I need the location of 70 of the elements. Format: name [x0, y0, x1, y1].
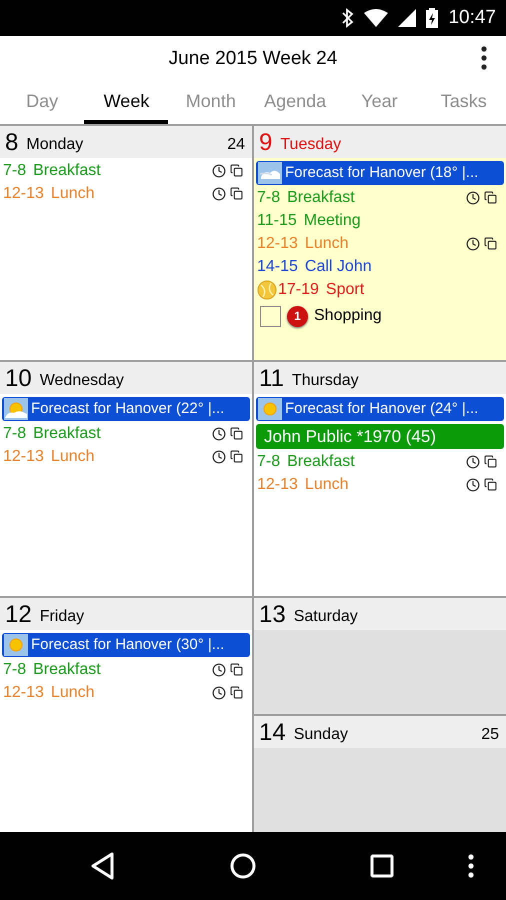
event-title: Breakfast	[33, 424, 101, 444]
event-title: Lunch	[50, 682, 95, 702]
signal-icon	[398, 9, 416, 27]
event-title: Breakfast	[287, 188, 355, 208]
home-icon[interactable]	[230, 853, 256, 879]
day-cell[interactable]: 14 Sunday 25	[254, 716, 506, 832]
day-number: 13	[259, 601, 286, 629]
day-name: Saturday	[294, 607, 358, 627]
forecast-bar[interactable]: Forecast for Hanover (22° |...	[2, 397, 250, 421]
event-title: Lunch	[304, 234, 349, 254]
event-time: 7-8	[257, 188, 280, 208]
event-time: 12-13	[3, 446, 44, 466]
forecast-text: Forecast for Hanover (22° |...	[31, 398, 224, 419]
day-number: 11	[259, 365, 284, 393]
day-name: Friday	[40, 607, 84, 627]
wifi-icon	[364, 9, 388, 27]
week-number: 25	[481, 725, 499, 745]
day-name: Sunday	[294, 725, 348, 745]
task-title: Shopping	[314, 306, 382, 326]
event-time: 12-13	[257, 474, 298, 494]
recents-icon[interactable]	[370, 854, 394, 878]
priority-badge: 1	[287, 306, 308, 326]
back-icon[interactable]	[90, 852, 116, 880]
forecast-bar[interactable]: Forecast for Hanover (24° |...	[256, 397, 504, 421]
day-name: Tuesday	[280, 135, 342, 155]
day-cell[interactable]: 13 Saturday	[254, 598, 506, 714]
forecast-bar[interactable]: Forecast for Hanover (30° |...	[2, 633, 250, 657]
day-number: 8	[5, 129, 18, 157]
event-time: 12-13	[3, 682, 44, 702]
view-tab[interactable]: Week	[84, 82, 169, 124]
birthday-text: John Public *1970 (45)	[264, 426, 436, 448]
event-time: 7-8	[3, 660, 26, 680]
battery-icon	[426, 8, 438, 28]
event-title: Lunch	[50, 184, 95, 204]
day-name: Monday	[26, 135, 84, 155]
day-number: 14	[259, 719, 286, 747]
more-icon[interactable]	[468, 854, 474, 878]
week-number: 24	[227, 135, 245, 155]
event-time: 14-15	[257, 256, 298, 276]
event-time: 7-8	[257, 452, 280, 472]
birthday-bar[interactable]: John Public *1970 (45)	[256, 424, 504, 449]
forecast-text: Forecast for Hanover (18° |...	[285, 162, 478, 183]
event-time: 12-13	[3, 184, 44, 204]
day-number: 9	[259, 129, 272, 157]
event-time: 7-8	[3, 160, 26, 180]
day-cell[interactable]: 9 Tuesday Forecast for Hanover (18° |... 7-8 Breakfast 11-15 Meeting 12-13 Lunch 14-15 Call John 17-19 Sport 1 Shopping	[254, 126, 506, 360]
bluetooth-icon	[342, 8, 354, 28]
event-title: Call John	[304, 256, 372, 276]
event-title: Lunch	[50, 446, 95, 466]
day-name: Thursday	[292, 371, 359, 391]
day-number: 10	[5, 365, 32, 393]
event-title: Breakfast	[33, 660, 101, 680]
status-time: 10:47	[448, 6, 496, 30]
forecast-text: Forecast for Hanover (30° |...	[31, 634, 224, 655]
event-title: Sport	[326, 280, 364, 300]
event-time: 11-15	[257, 210, 297, 230]
forecast-text: Forecast for Hanover (24° |...	[285, 398, 478, 419]
event-title: Breakfast	[287, 452, 355, 472]
event-title: Breakfast	[33, 160, 101, 180]
task-checkbox[interactable]	[260, 306, 281, 326]
forecast-bar[interactable]: Forecast for Hanover (18° |...	[256, 161, 504, 185]
more-icon[interactable]	[481, 46, 487, 70]
header-title: June 2015 Week 24	[168, 46, 338, 71]
day-number: 12	[5, 601, 32, 629]
event-title: Meeting	[304, 210, 361, 230]
event-title: Lunch	[304, 474, 349, 494]
event-time: 17-19	[278, 280, 319, 300]
event-time: 7-8	[3, 424, 26, 444]
event-time: 12-13	[257, 234, 298, 254]
day-name: Wednesday	[40, 371, 124, 391]
